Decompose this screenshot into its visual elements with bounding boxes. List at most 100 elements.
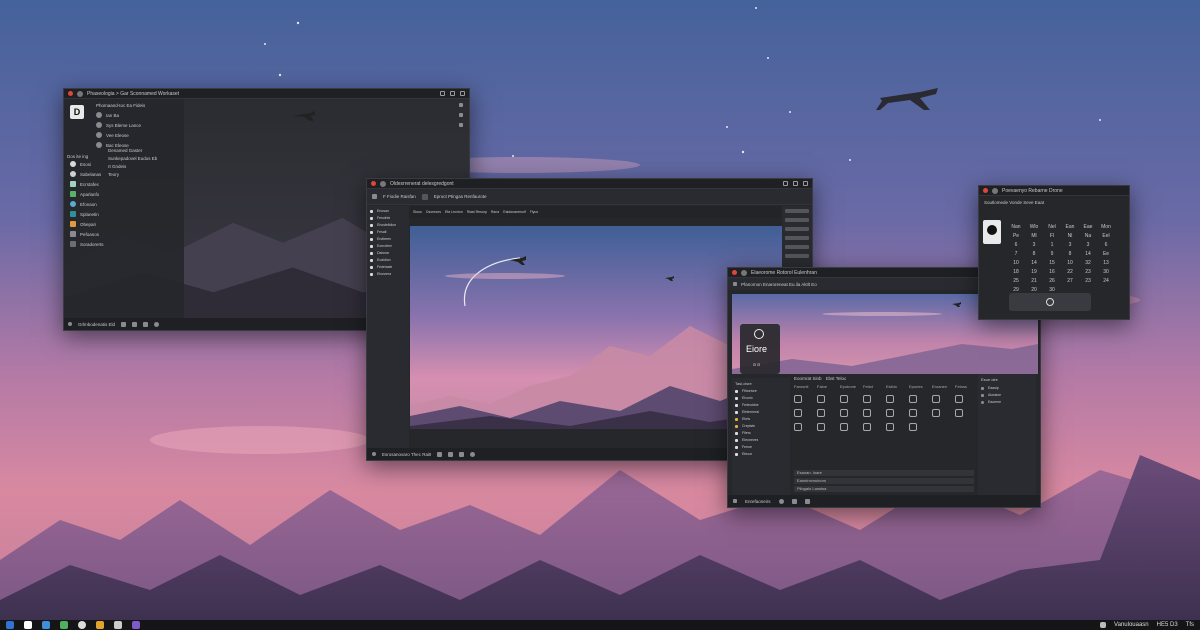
setting-icon[interactable]: [955, 395, 963, 403]
app-item[interactable]: Splanetin: [70, 211, 104, 217]
calendar-cell[interactable]: Na: [1079, 233, 1097, 239]
back-icon[interactable]: [733, 282, 737, 286]
calendar-cell[interactable]: 14: [1025, 260, 1043, 266]
status-tool-icon[interactable]: [791, 498, 797, 504]
setting-icon[interactable]: [909, 423, 917, 431]
app-item[interactable]: Soradorerts: [70, 241, 104, 247]
menu-item[interactable]: Flyus: [530, 210, 538, 214]
layer-item[interactable]: Fesalt: [370, 230, 406, 234]
recent-item[interactable]: Esaoan. Ioare: [794, 470, 974, 476]
app-item[interactable]: Esosi: [70, 161, 104, 167]
close-dot-icon[interactable]: [732, 270, 737, 275]
menu-item[interactable]: Efa Lecrion: [445, 210, 463, 214]
setting-icon[interactable]: [794, 409, 802, 417]
detail-item[interactable]: Aloratoe: [981, 393, 1033, 397]
layer-item[interactable]: Eoaldion: [370, 258, 406, 262]
tab-label[interactable]: Eproct Ptingas Renfaurote: [434, 194, 487, 199]
recent-item[interactable]: Eannlrnvnulnom: [794, 478, 974, 484]
calendar-cell[interactable]: 23: [1079, 278, 1097, 284]
close-dot-icon[interactable]: [68, 91, 73, 96]
files-icon[interactable]: [60, 621, 68, 629]
calendar-cell[interactable]: 21: [1025, 278, 1043, 284]
calendar-cell[interactable]: 23: [1079, 269, 1097, 275]
column-header[interactable]: Faloe: [817, 384, 836, 389]
column-header[interactable]: Fetoss: [955, 384, 974, 389]
profile-card[interactable]: [983, 220, 1001, 244]
file-item[interactable]: Ffitoetore: [735, 389, 787, 393]
app-item[interactable]: Pefoanos: [70, 231, 104, 237]
property-slider[interactable]: [785, 245, 809, 249]
layer-item[interactable]: Ehosfelldion: [370, 223, 406, 227]
menu-item[interactable]: Osoreoes: [426, 210, 441, 214]
setting-icon[interactable]: [863, 423, 871, 431]
setting-icon[interactable]: [840, 423, 848, 431]
window-titlebar[interactable]: Oldesrrenerat delesgredgont: [367, 179, 812, 189]
calendar-cell[interactable]: 8: [1025, 251, 1043, 257]
calendar-cell[interactable]: Ee: [1097, 251, 1115, 257]
calendar-cell[interactable]: Nl: [1061, 233, 1079, 239]
status-tool-icon[interactable]: [132, 321, 138, 327]
setting-icon[interactable]: [863, 395, 871, 403]
language-indicator[interactable]: Tfs: [1186, 622, 1194, 628]
group-item[interactable]: Teory: [108, 172, 157, 177]
calendar-cell[interactable]: Wlo: [1025, 224, 1043, 230]
recent-item[interactable]: Pilogalo Lanstsa: [794, 486, 974, 492]
weather-card[interactable]: Eiore a a: [740, 324, 780, 374]
column-header[interactable]: Epobone: [840, 384, 859, 389]
column-header[interactable]: Fetiot: [863, 384, 882, 389]
file-item[interactable]: Crepiste: [735, 424, 787, 428]
calendar-cell[interactable]: Nan: [1007, 224, 1025, 230]
grid-icon[interactable]: [372, 194, 377, 199]
calendar-cell[interactable]: 3: [1025, 242, 1043, 248]
trash-icon[interactable]: [1100, 622, 1107, 628]
layer-item[interactable]: Enosan: [370, 209, 406, 213]
calendar-cell[interactable]: 18: [1007, 269, 1025, 275]
file-item[interactable]: Eleoneves: [735, 438, 787, 442]
window-titlebar[interactable]: Phaseologia > Gar Sconnamed Workaset: [64, 89, 469, 99]
setting-icon[interactable]: [886, 395, 894, 403]
status-tool-icon[interactable]: [804, 498, 810, 504]
search-icon[interactable]: [24, 621, 32, 629]
setting-icon[interactable]: [840, 409, 848, 417]
group-item[interactable]: rt Gndeis: [108, 164, 157, 169]
calendar-cell[interactable]: 3: [1079, 242, 1097, 248]
file-item[interactable]: Fenoe: [735, 445, 787, 449]
calendar-cell[interactable]: 13: [1097, 260, 1115, 266]
setting-icon[interactable]: [886, 423, 894, 431]
calendar-cell[interactable]: 14: [1079, 251, 1097, 257]
setting-icon[interactable]: [794, 395, 802, 403]
calendar-cell[interactable]: 24: [1097, 278, 1115, 284]
group-item[interactable]: Sunkepadovel Eudos Eb: [108, 156, 157, 161]
browser-icon[interactable]: [42, 621, 50, 629]
file-item[interactable]: Elvorio: [735, 396, 787, 400]
column-header[interactable]: Farosnit: [794, 384, 813, 389]
window-titlebar[interactable]: Poevaenyo Rebarne Drone: [979, 186, 1129, 196]
setting-icon[interactable]: [817, 395, 825, 403]
status-tool-icon[interactable]: [121, 321, 127, 327]
setting-icon[interactable]: [817, 409, 825, 417]
property-slider[interactable]: [785, 254, 809, 258]
calendar-cell[interactable]: [1097, 287, 1115, 293]
clock[interactable]: HE5 D3: [1157, 622, 1178, 628]
pin-icon[interactable]: [459, 103, 463, 107]
settings-icon[interactable]: [459, 113, 463, 117]
status-tool-icon[interactable]: [459, 451, 465, 457]
media-icon[interactable]: [132, 621, 140, 629]
setting-icon[interactable]: [886, 409, 894, 417]
folder-icon[interactable]: [96, 621, 104, 629]
detail-item[interactable]: Eaaslp: [981, 386, 1033, 390]
setting-icon[interactable]: [932, 395, 940, 403]
file-item[interactable]: Ebrts: [735, 417, 787, 421]
setting-icon[interactable]: [932, 409, 940, 417]
detail-item[interactable]: Eaoeme: [981, 400, 1033, 404]
calendar-cell[interactable]: 30: [1097, 269, 1115, 275]
minimize-icon[interactable]: [783, 181, 788, 186]
file-item[interactable]: Fedeuldne: [735, 403, 787, 407]
window-calendar[interactable]: Poevaenyo Rebarne Drone Soutlomede Vonde…: [978, 185, 1130, 320]
calendar-cell[interactable]: Pe: [1007, 233, 1025, 239]
calendar-cell[interactable]: 7: [1007, 251, 1025, 257]
property-slider[interactable]: [785, 236, 809, 240]
close-dot-icon[interactable]: [371, 181, 376, 186]
column-header[interactable]: Eroanen: [932, 384, 951, 389]
column-header[interactable]: Esiblo: [886, 384, 905, 389]
